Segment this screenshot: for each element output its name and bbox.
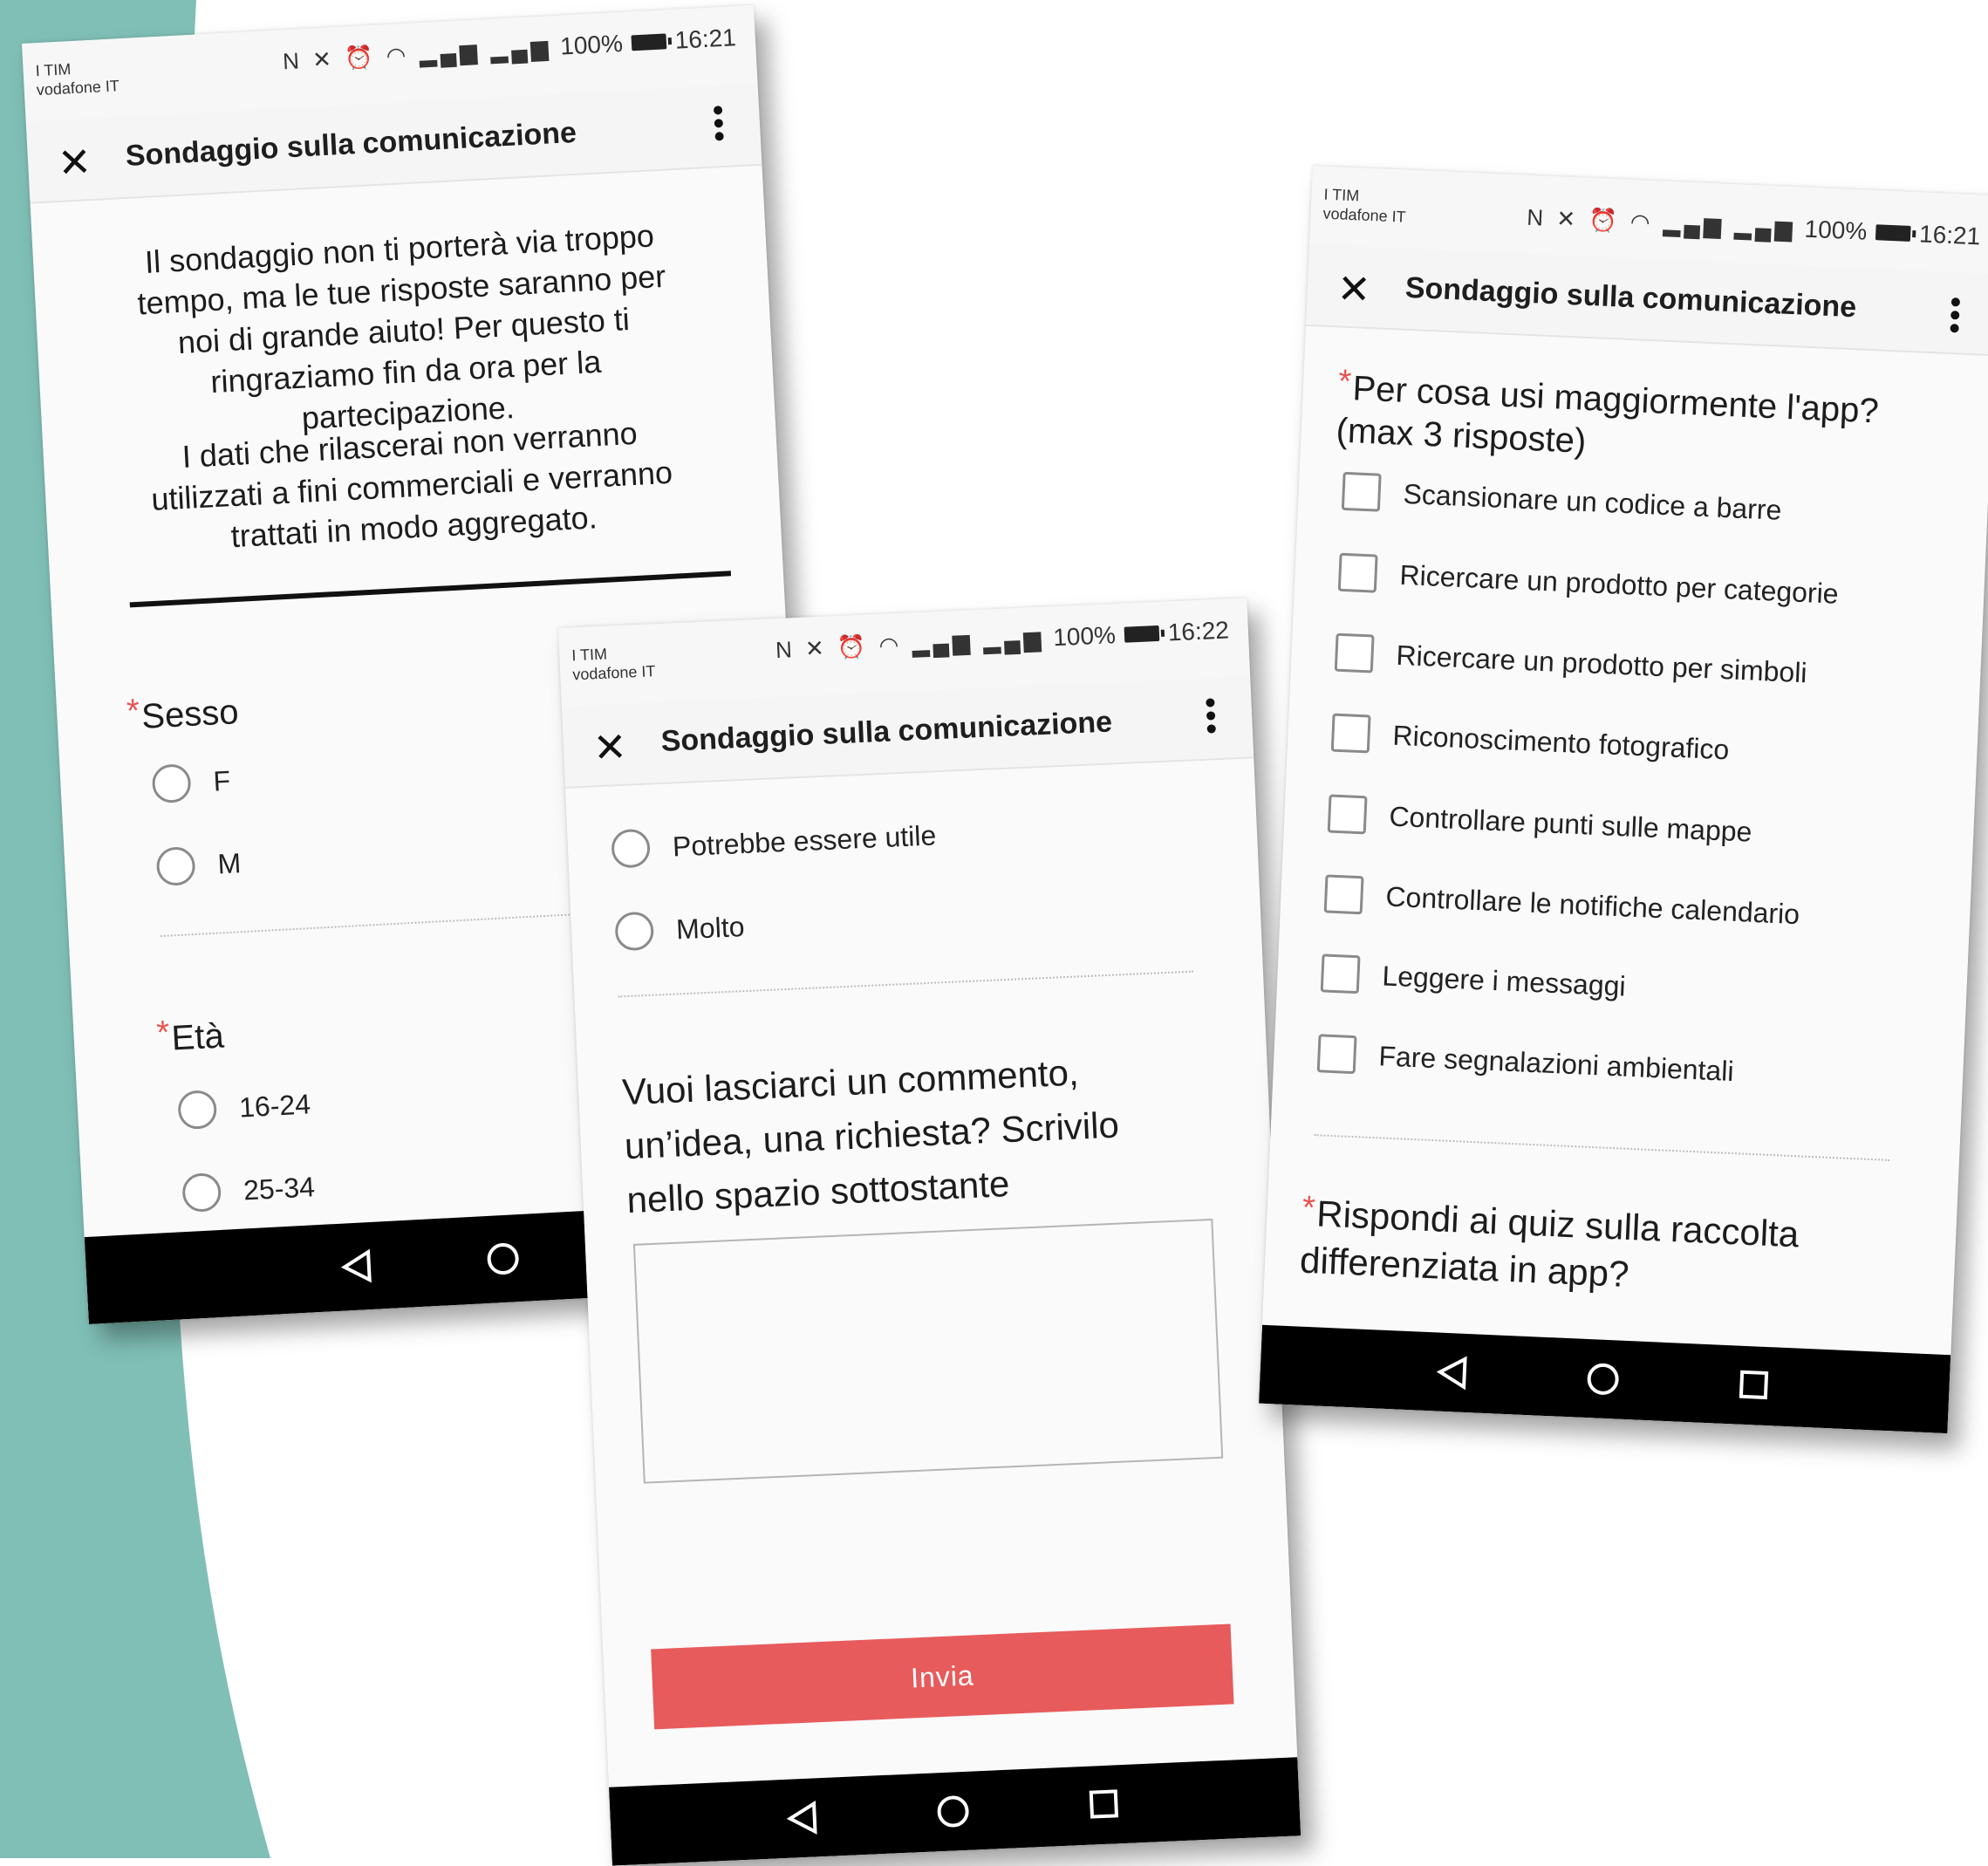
recent-apps-icon[interactable] xyxy=(1739,1370,1769,1400)
checkbox[interactable] xyxy=(1330,713,1371,754)
required-marker: * xyxy=(155,1014,171,1052)
battery-percent: 100% xyxy=(1804,215,1868,245)
radio-button[interactable] xyxy=(177,1090,218,1131)
radio-option-25-34[interactable]: 25-34 xyxy=(181,1167,316,1213)
home-icon[interactable] xyxy=(1586,1363,1620,1396)
checkbox-option-8[interactable]: Fare segnalazioni ambientali xyxy=(1316,1034,1735,1090)
status-icons: N ✕ ⏰ ◠ ▂▄▆ ▂▄▆ xyxy=(775,625,1045,663)
carrier-name-secondary: vodafone IT xyxy=(1322,204,1407,226)
clock: 16:21 xyxy=(1918,220,1981,250)
checkbox[interactable] xyxy=(1341,471,1382,512)
option-label: 16-24 xyxy=(238,1087,311,1124)
submit-button[interactable]: Invia xyxy=(651,1623,1234,1730)
radio-option-potrebbe-essere-utile[interactable]: Potrebbe essere utile xyxy=(611,816,937,869)
question-eta: *Età xyxy=(155,1014,225,1058)
radio-option-f[interactable]: F xyxy=(151,762,232,804)
status-icons: N ✕ ⏰ ◠ ▂▄▆ ▂▄▆ xyxy=(1526,203,1797,242)
option-label: Fare segnalazioni ambientali xyxy=(1377,1039,1735,1087)
option-label: F xyxy=(212,764,231,797)
checkbox[interactable] xyxy=(1323,874,1364,915)
back-icon[interactable] xyxy=(1434,1354,1471,1391)
option-label: M xyxy=(216,846,243,880)
back-icon[interactable] xyxy=(784,1800,821,1836)
option-label: Riconoscimento fotografico xyxy=(1391,719,1731,765)
page-title: Sondaggio sulla comunicazione xyxy=(124,115,577,173)
clock: 16:21 xyxy=(673,24,737,54)
battery-icon xyxy=(1124,625,1160,643)
carrier-name-secondary: vodafone IT xyxy=(571,662,656,684)
option-label: Scansionare un codice a barre xyxy=(1402,477,1783,526)
page-title: Sondaggio sulla comunicazione xyxy=(1404,270,1857,325)
checkbox[interactable] xyxy=(1320,954,1361,995)
radio-option-m[interactable]: M xyxy=(155,844,243,887)
option-label: Molto xyxy=(675,910,746,945)
checkbox-option-3[interactable]: Ricercare un prodotto per simboli xyxy=(1334,632,1808,693)
radio-button[interactable] xyxy=(151,763,192,804)
recent-apps-icon[interactable] xyxy=(1089,1789,1119,1819)
checkbox[interactable] xyxy=(1334,632,1375,673)
option-label: Leggere i messaggi xyxy=(1381,959,1627,1002)
phone-screen-2: I TIM vodafone IT N ✕ ⏰ ◠ ▂▄▆ ▂▄▆ 100% 1… xyxy=(558,598,1301,1866)
section-divider xyxy=(129,571,732,608)
option-label: Ricercare un prodotto per simboli xyxy=(1395,639,1808,688)
back-icon[interactable] xyxy=(338,1248,375,1285)
question-sesso: *Sesso xyxy=(126,693,240,736)
battery-percent: 100% xyxy=(559,29,624,60)
radio-option-16-24[interactable]: 16-24 xyxy=(177,1084,311,1131)
close-icon[interactable]: ✕ xyxy=(1336,265,1372,312)
survey-content: Potrebbe essere utile Molto Vuoi lasciar… xyxy=(565,758,1298,1789)
status-icons: N ✕ ⏰ ◠ ▂▄▆ ▂▄▆ xyxy=(282,33,553,74)
battery-icon xyxy=(631,33,667,51)
carrier-name: I TIM xyxy=(1323,185,1360,205)
checkbox[interactable] xyxy=(1316,1034,1357,1075)
carrier-name-secondary: vodafone IT xyxy=(36,77,120,99)
required-marker: * xyxy=(126,693,141,730)
radio-button[interactable] xyxy=(155,845,196,887)
checkbox-option-4[interactable]: Riconoscimento fotografico xyxy=(1330,713,1731,769)
comment-textarea[interactable] xyxy=(632,1218,1224,1484)
required-marker: * xyxy=(1301,1189,1316,1227)
checkbox-option-7[interactable]: Leggere i messaggi xyxy=(1320,954,1627,1005)
home-icon[interactable] xyxy=(936,1794,970,1828)
checkbox-option-6[interactable]: Controllare le notifiche calendario xyxy=(1323,874,1800,933)
option-label: Potrebbe essere utile xyxy=(672,818,937,863)
more-options-icon[interactable] xyxy=(712,101,727,146)
survey-content: *Per cosa usi maggiormente l'app? (max 3… xyxy=(1261,325,1988,1357)
checkbox[interactable] xyxy=(1327,794,1368,835)
more-options-icon[interactable] xyxy=(1204,694,1218,738)
page-title: Sondaggio sulla comunicazione xyxy=(659,705,1113,758)
radio-option-molto[interactable]: Molto xyxy=(614,907,746,952)
checkbox[interactable] xyxy=(1337,552,1378,593)
checkbox-option-2[interactable]: Ricercare un prodotto per categorie xyxy=(1337,552,1840,613)
question-quiz: *Rispondi ai quiz sulla raccolta differe… xyxy=(1299,1189,1800,1295)
radio-button[interactable] xyxy=(181,1172,222,1213)
question-usage: *Per cosa usi maggiormente l'app? (max 3… xyxy=(1335,363,1880,461)
phone-screen-3: I TIM vodafone IT N ✕ ⏰ ◠ ▂▄▆ ▂▄▆ 100% 1… xyxy=(1259,166,1988,1434)
clock: 16:22 xyxy=(1167,616,1230,646)
question-divider xyxy=(618,970,1193,998)
close-icon[interactable]: ✕ xyxy=(57,139,92,186)
battery-percent: 100% xyxy=(1052,621,1117,652)
more-options-icon[interactable] xyxy=(1948,293,1962,338)
question-divider xyxy=(1314,1134,1889,1161)
close-icon[interactable]: ✕ xyxy=(592,724,628,771)
checkbox-option-1[interactable]: Scansionare un codice a barre xyxy=(1341,471,1783,530)
carrier-name: I TIM xyxy=(570,645,608,665)
radio-button[interactable] xyxy=(614,911,655,952)
comment-question: Vuoi lasciarci un commento, un’idea, una… xyxy=(621,1051,1120,1221)
required-marker: * xyxy=(1337,363,1352,401)
option-label: Ricercare un prodotto per categorie xyxy=(1398,558,1840,610)
home-icon[interactable] xyxy=(486,1242,520,1275)
option-label: Controllare punti sulle mappe xyxy=(1388,800,1753,848)
option-label: Controllare le notifiche calendario xyxy=(1384,879,1800,930)
radio-button[interactable] xyxy=(611,828,652,869)
carrier-name: I TIM xyxy=(35,60,72,80)
option-label: 25-34 xyxy=(243,1170,316,1206)
battery-icon xyxy=(1875,224,1911,242)
checkbox-option-5[interactable]: Controllare punti sulle mappe xyxy=(1327,794,1753,851)
